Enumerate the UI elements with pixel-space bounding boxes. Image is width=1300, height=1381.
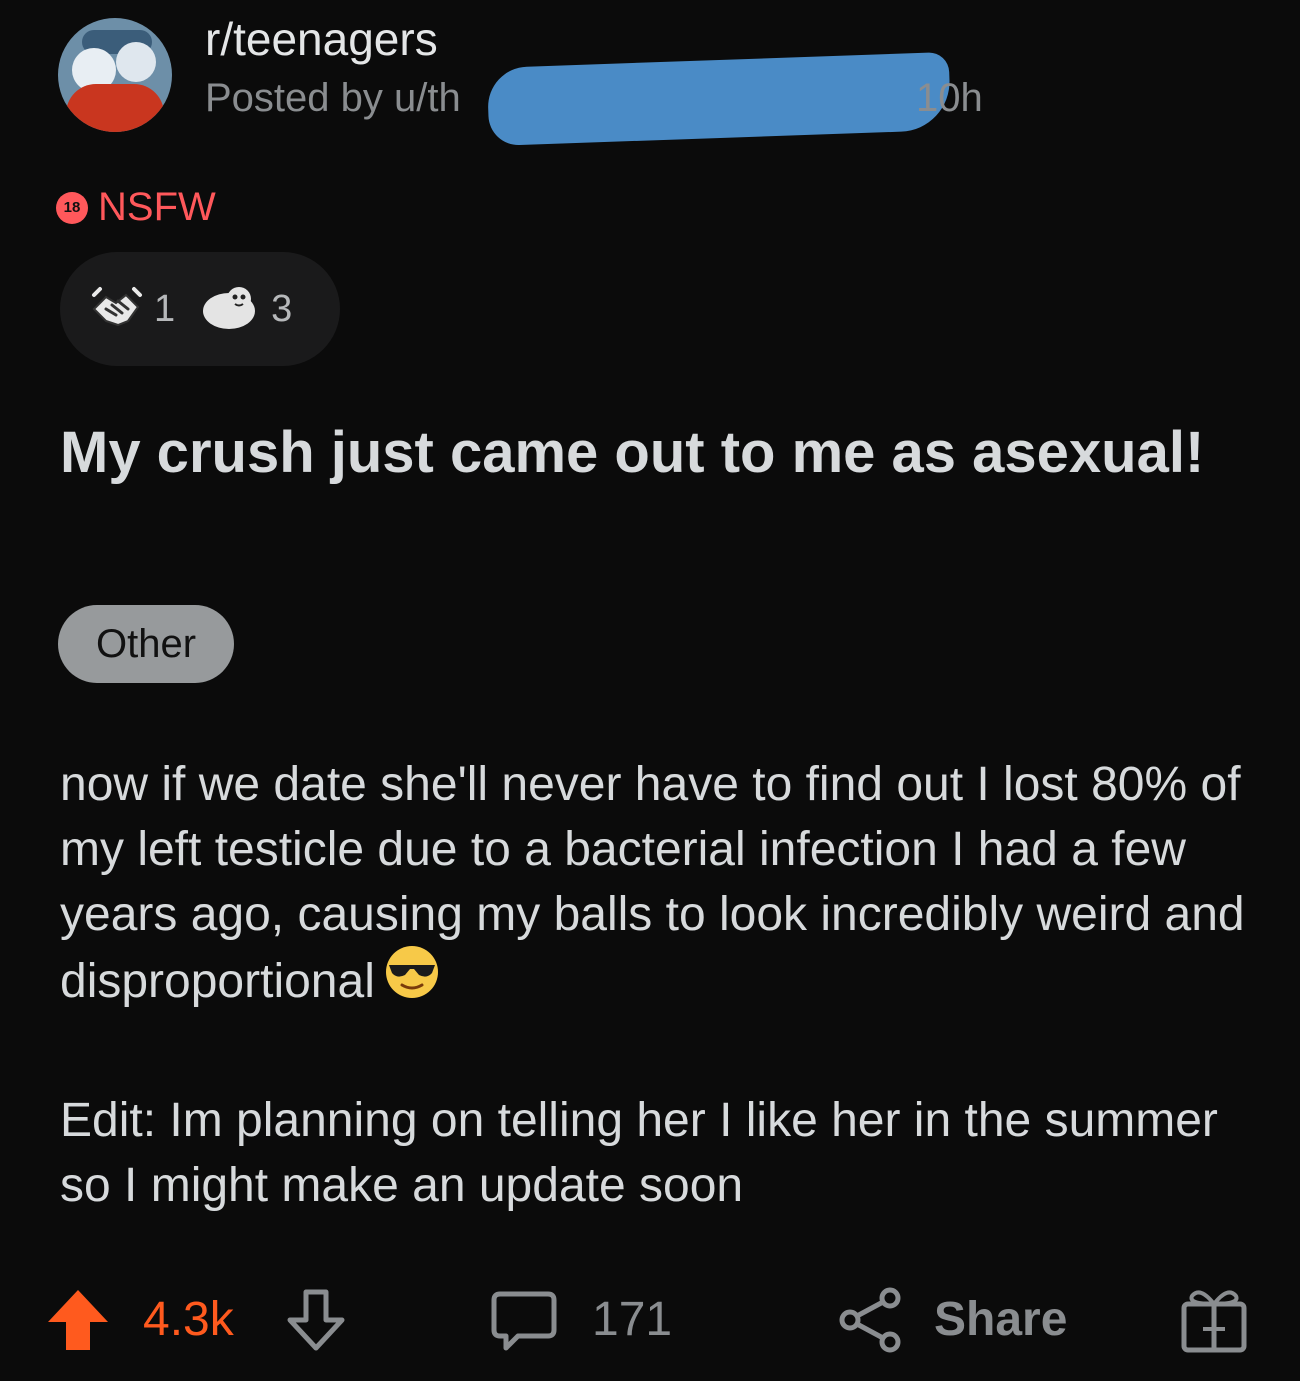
comment-count[interactable]: 171 (592, 1292, 672, 1347)
upvote-arrow-icon[interactable] (44, 1286, 112, 1359)
awards-bar[interactable]: 1 3 (60, 252, 340, 366)
sunglasses-face-icon (383, 943, 441, 1018)
body-paragraph-text: now if we date she'll never have to find… (60, 758, 1245, 1009)
nsfw-label: NSFW (98, 185, 216, 229)
downvote-arrow-icon[interactable] (284, 1286, 348, 1359)
subreddit-avatar[interactable] (58, 18, 172, 132)
post-header: r/teenagers Posted by u/th 10h (58, 8, 1258, 147)
nsfw-tag: 18 NSFW (56, 185, 216, 230)
award-count-2: 3 (271, 287, 293, 330)
avatar-face-right (116, 42, 156, 82)
share-icon[interactable] (836, 1286, 904, 1359)
handshake-award-icon (88, 279, 144, 340)
avatar-body (66, 84, 164, 132)
share-button[interactable]: Share (934, 1292, 1067, 1347)
post-title[interactable]: My crush just came out to me as asexual! (60, 412, 1210, 494)
body-paragraph: now if we date she'll never have to find… (60, 752, 1260, 1022)
post-action-bar: 4.3k 171 Share (0, 1280, 1300, 1360)
body-paragraph-edit: Edit: Im planning on telling her I like … (60, 1094, 1218, 1212)
username-redaction (486, 51, 952, 147)
subreddit-name[interactable]: r/teenagers (205, 12, 438, 66)
post-flair[interactable]: Other (58, 605, 234, 683)
comment-bubble-icon[interactable] (488, 1288, 560, 1361)
posted-by[interactable]: Posted by u/th (205, 76, 461, 121)
post-age: 10h (916, 76, 983, 120)
seal-award-icon (199, 279, 261, 340)
post-body: now if we date she'll never have to find… (60, 752, 1260, 1218)
gift-award-icon[interactable] (1178, 1282, 1250, 1359)
vote-count: 4.3k (143, 1293, 234, 1346)
award-count-1: 1 (154, 287, 176, 330)
nsfw-18-icon: 18 (56, 191, 88, 224)
